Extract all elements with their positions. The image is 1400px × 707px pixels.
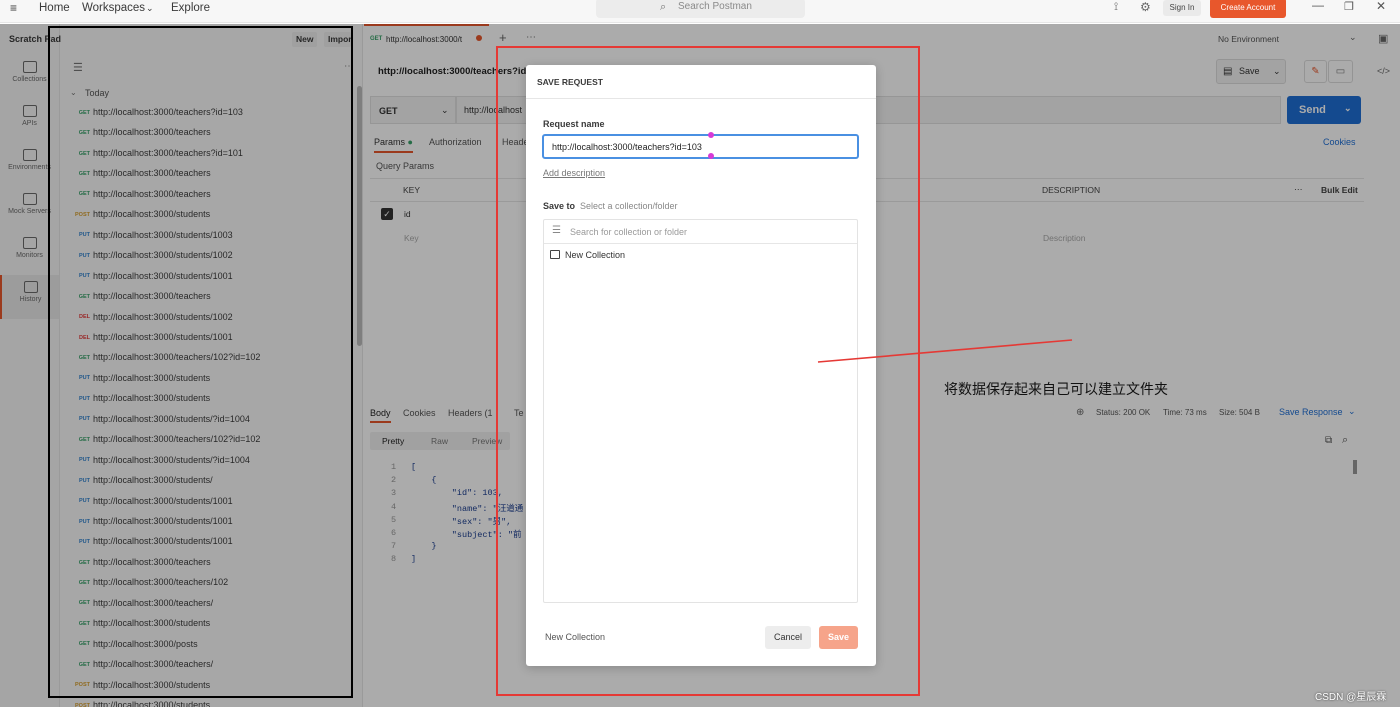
watermark: CSDN @星辰霖 bbox=[1315, 692, 1387, 703]
minimize-icon[interactable]: — bbox=[1312, 0, 1324, 12]
sign-in-button[interactable]: Sign In bbox=[1163, 0, 1201, 16]
annotation-text: 将数据保存起来自己可以建立文件夹 bbox=[944, 381, 1168, 397]
annotation-arrow-line bbox=[817, 339, 1073, 363]
menu-icon[interactable]: ≡ bbox=[10, 0, 17, 16]
top-bar: ≡ Home Workspaces ⌄ Explore ⌕ Search Pos… bbox=[0, 0, 1400, 23]
global-search-input[interactable]: ⌕ Search Postman bbox=[596, 0, 805, 18]
search-icon: ⌕ bbox=[660, 1, 667, 13]
annotation-box-red bbox=[496, 46, 920, 696]
annotation-box-black bbox=[48, 26, 353, 698]
close-icon[interactable]: ✕ bbox=[1376, 0, 1386, 13]
create-account-button[interactable]: Create Account bbox=[1210, 0, 1286, 18]
search-placeholder: Search Postman bbox=[678, 1, 752, 12]
gear-icon[interactable]: ⚙ bbox=[1140, 0, 1151, 14]
nav-workspaces[interactable]: Workspaces bbox=[82, 0, 145, 16]
restore-icon[interactable]: ❐ bbox=[1344, 0, 1354, 13]
nav-explore[interactable]: Explore bbox=[171, 0, 210, 16]
satellite-icon[interactable]: ⟟ bbox=[1114, 1, 1118, 14]
nav-home[interactable]: Home bbox=[39, 0, 70, 16]
chevron-down-icon: ⌄ bbox=[146, 3, 154, 13]
